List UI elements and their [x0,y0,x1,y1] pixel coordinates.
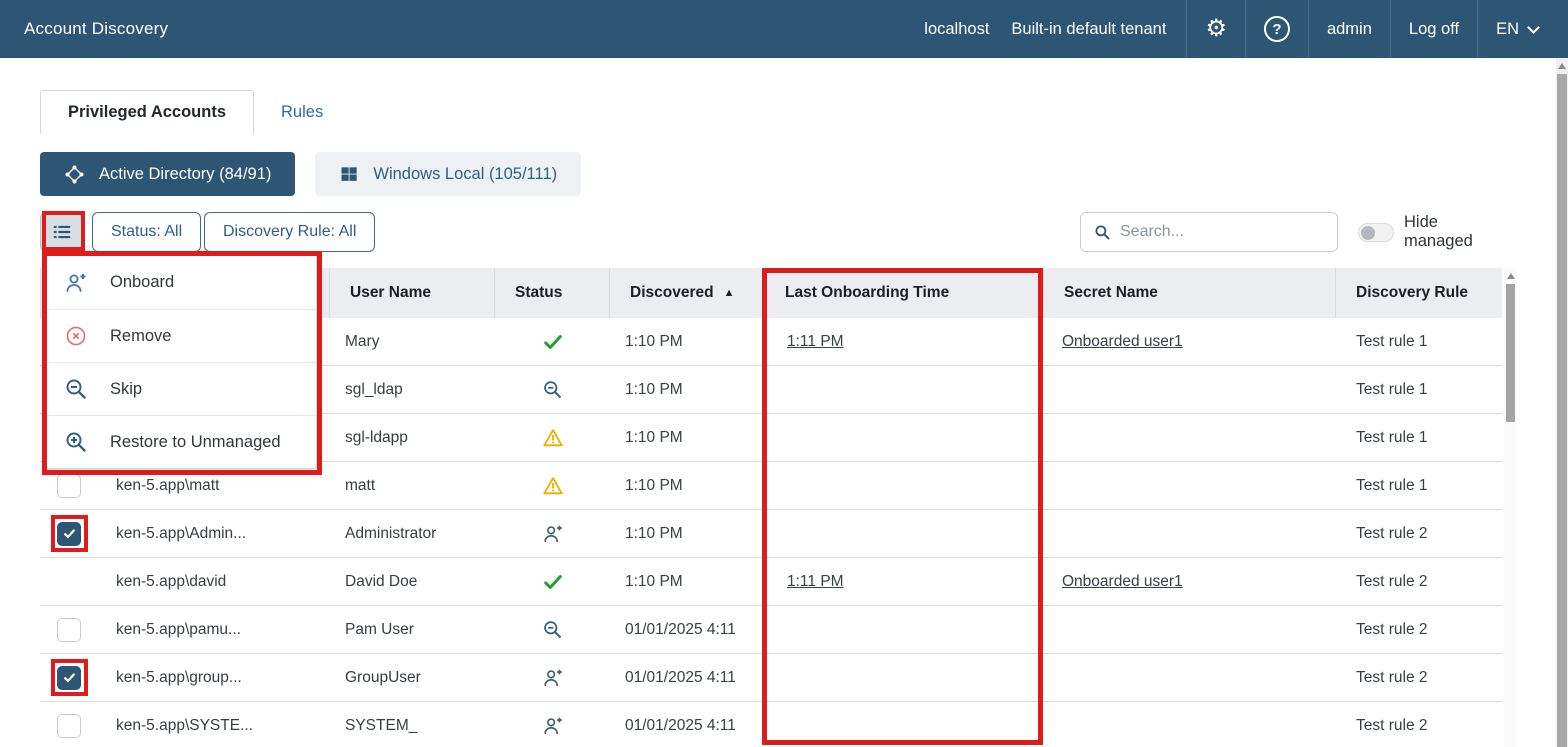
secret-link[interactable]: Onboarded user1 [1062,573,1183,591]
row-checkbox[interactable] [57,714,81,738]
zoom-in-icon [64,430,88,454]
person-add-icon [64,271,88,295]
status-warning-icon [542,475,564,497]
language-label: EN [1496,20,1519,39]
settings-button[interactable]: ⚙ [1186,0,1245,58]
search-box[interactable] [1080,212,1338,252]
logoff-button[interactable]: Log off [1390,0,1477,58]
active-directory-icon [64,164,85,185]
hide-managed-toggle[interactable] [1358,223,1394,242]
menu-item-skip[interactable]: Skip [46,362,316,415]
row-checkbox[interactable] [57,474,81,498]
active-directory-label: Active Directory (84/91) [99,165,271,184]
table-row[interactable]: ken-5.app\david David Doe 1:10 PM 1:11 P… [40,558,1502,606]
user-menu-button[interactable]: admin [1308,0,1390,58]
scroll-up-arrow-icon [1507,273,1515,279]
secret-link[interactable]: Onboarded user1 [1062,333,1183,351]
tab-rules[interactable]: Rules [254,90,350,134]
header-discovery-rule[interactable]: Discovery Rule [1336,268,1502,318]
header-discovered[interactable]: Discovered▲ [610,268,765,318]
active-directory-button[interactable]: Active Directory (84/91) [40,152,295,196]
zoom-out-icon [64,377,88,401]
discovery-rule-filter-button[interactable]: Discovery Rule: All [204,212,375,252]
bulk-actions-dropdown: Onboard Remove Skip Restore to Unmanaged [45,255,317,469]
status-ready-to-onboard-icon [542,715,564,737]
status-warning-icon [542,427,564,449]
account-discovery-screen: Account Discovery localhost Built-in def… [0,0,1568,747]
table-row[interactable]: ken-5.app\Admin... Administrator 1:10 PM… [40,510,1502,558]
checkmark-icon [62,526,77,541]
table-row[interactable]: ken-5.app\pamu... Pam User 01/01/2025 4:… [40,606,1502,654]
help-icon: ? [1264,16,1290,42]
status-ready-to-onboard-icon [542,523,564,545]
scroll-up-arrow-icon [1558,63,1566,69]
row-checkbox-checked[interactable] [57,522,81,546]
checkmark-icon [62,670,77,685]
page-scrollbar[interactable] [1556,58,1568,747]
hide-managed-label: Hide managed [1404,212,1502,252]
windows-local-label: Windows Local (105/111) [373,165,557,184]
host-label: localhost [924,20,989,39]
source-buttons: Active Directory (84/91) Windows Local (… [40,152,581,196]
windows-icon [339,164,359,184]
gear-icon: ⚙ [1205,17,1227,41]
table-scrollbar-thumb[interactable] [1506,284,1515,422]
header-last-onboarding-time[interactable]: Last Onboarding Time [765,268,1044,318]
bulk-actions-menu-button[interactable] [40,212,84,252]
status-filter-button[interactable]: Status: All [92,212,201,252]
table-row[interactable]: ken-5.app\SYSTE... SYSTEM_ 01/01/2025 4:… [40,702,1502,747]
tab-privileged-accounts[interactable]: Privileged Accounts [40,90,254,134]
help-button[interactable]: ? [1245,0,1308,58]
windows-local-button[interactable]: Windows Local (105/111) [315,152,581,196]
language-selector[interactable]: EN [1477,0,1556,58]
status-skipped-icon [542,379,563,400]
topbar-right: localhost Built-in default tenant ⚙ ? ad… [924,0,1556,58]
menu-item-onboard[interactable]: Onboard [46,256,316,309]
topbar: Account Discovery localhost Built-in def… [0,0,1568,58]
remove-icon [64,324,88,348]
status-skipped-icon [542,619,563,640]
header-secret-name[interactable]: Secret Name [1044,268,1336,318]
table-row[interactable]: ken-5.app\group... GroupUser 01/01/2025 … [40,654,1502,702]
chevron-down-icon [1527,21,1540,34]
status-onboarded-icon [542,331,564,353]
row-checkbox[interactable] [57,618,81,642]
last-onboarding-link[interactable]: 1:11 PM [787,333,844,351]
menu-item-remove[interactable]: Remove [46,309,316,362]
sort-asc-icon: ▲ [724,287,735,299]
row-checkbox-checked[interactable] [57,666,81,690]
last-onboarding-link[interactable]: 1:11 PM [787,573,844,591]
page-scrollbar-thumb[interactable] [1557,74,1567,747]
search-icon [1093,223,1111,241]
status-onboarded-icon [542,571,564,593]
list-menu-icon [51,221,73,243]
header-status[interactable]: Status [495,268,610,318]
search-input[interactable] [1120,223,1310,241]
status-ready-to-onboard-icon [542,667,564,689]
page-title: Account Discovery [24,0,168,58]
filter-bar: Status: All Discovery Rule: All Hide man… [40,212,1502,252]
table-scrollbar[interactable] [1504,268,1517,747]
tab-bar: Privileged Accounts Rules [40,90,350,134]
menu-item-restore-to-unmanaged[interactable]: Restore to Unmanaged [46,415,316,468]
table-row[interactable]: ken-5.app\matt matt 1:10 PM Test rule 1 [40,462,1502,510]
header-user-name[interactable]: User Name [330,268,495,318]
tenant-label: Built-in default tenant [1011,20,1166,39]
